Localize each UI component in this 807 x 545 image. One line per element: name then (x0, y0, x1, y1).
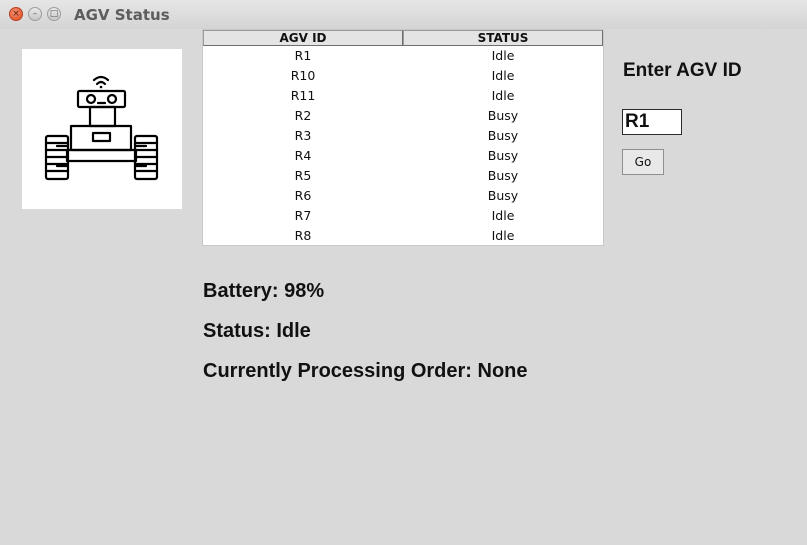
robot-icon (44, 75, 159, 181)
current-order-label: Currently Processing Order: None (203, 360, 528, 382)
status-label: Status: Idle (203, 320, 311, 342)
table-row[interactable]: R3 Busy (203, 126, 603, 146)
agv-id-cell: R4 (294, 148, 312, 163)
table-row[interactable]: R5 Busy (203, 166, 603, 186)
status-cell: Idle (491, 48, 515, 63)
agv-id-cell: R5 (294, 168, 312, 183)
status-cell: Idle (491, 88, 515, 103)
agv-table[interactable]: AGV ID STATUS R1 Idle R10 Idle R11 Idle … (202, 29, 604, 246)
agv-id-input-label: Enter AGV ID (623, 60, 742, 81)
agv-id-cell: R2 (294, 108, 312, 123)
table-row[interactable]: R4 Busy (203, 146, 603, 166)
status-cell: Busy (487, 188, 519, 203)
status-cell: Idle (491, 68, 515, 83)
agv-id-cell: R3 (294, 128, 312, 143)
agv-id-cell: R6 (294, 188, 312, 203)
battery-label: Battery: 98% (203, 280, 325, 302)
table-row[interactable]: R6 Busy (203, 186, 603, 206)
table-row[interactable]: R2 Busy (203, 106, 603, 126)
column-header-agv-id[interactable]: AGV ID (203, 30, 403, 46)
title-bar: × – □ AGV Status (0, 0, 807, 29)
minimize-icon: – (32, 8, 38, 19)
agv-id-cell: R8 (294, 228, 312, 243)
close-window-button[interactable]: × (9, 7, 23, 21)
robot-image (22, 49, 182, 209)
go-button[interactable]: Go (622, 149, 664, 175)
table-row[interactable]: R11 Idle (203, 86, 603, 106)
status-cell: Busy (487, 128, 519, 143)
maximize-icon: □ (49, 8, 59, 19)
status-cell: Busy (487, 108, 519, 123)
agv-id-cell: R11 (290, 88, 316, 103)
minimize-window-button[interactable]: – (28, 7, 42, 21)
status-cell: Busy (487, 168, 519, 183)
window-title: AGV Status (74, 6, 170, 24)
status-cell: Busy (487, 148, 519, 163)
column-header-status[interactable]: STATUS (403, 30, 603, 46)
table-header: AGV ID STATUS (203, 30, 603, 46)
status-cell: Idle (491, 228, 515, 243)
agv-id-cell: R1 (294, 48, 312, 63)
table-row[interactable]: R1 Idle (203, 46, 603, 66)
maximize-window-button[interactable]: □ (47, 7, 61, 21)
close-icon: × (12, 8, 20, 19)
status-cell: Idle (491, 208, 515, 223)
agv-id-cell: R10 (290, 68, 316, 83)
agv-id-input[interactable] (622, 109, 682, 135)
table-row[interactable]: R7 Idle (203, 206, 603, 226)
table-row[interactable]: R8 Idle (203, 226, 603, 246)
table-row[interactable]: R10 Idle (203, 66, 603, 86)
agv-id-cell: R7 (294, 208, 312, 223)
